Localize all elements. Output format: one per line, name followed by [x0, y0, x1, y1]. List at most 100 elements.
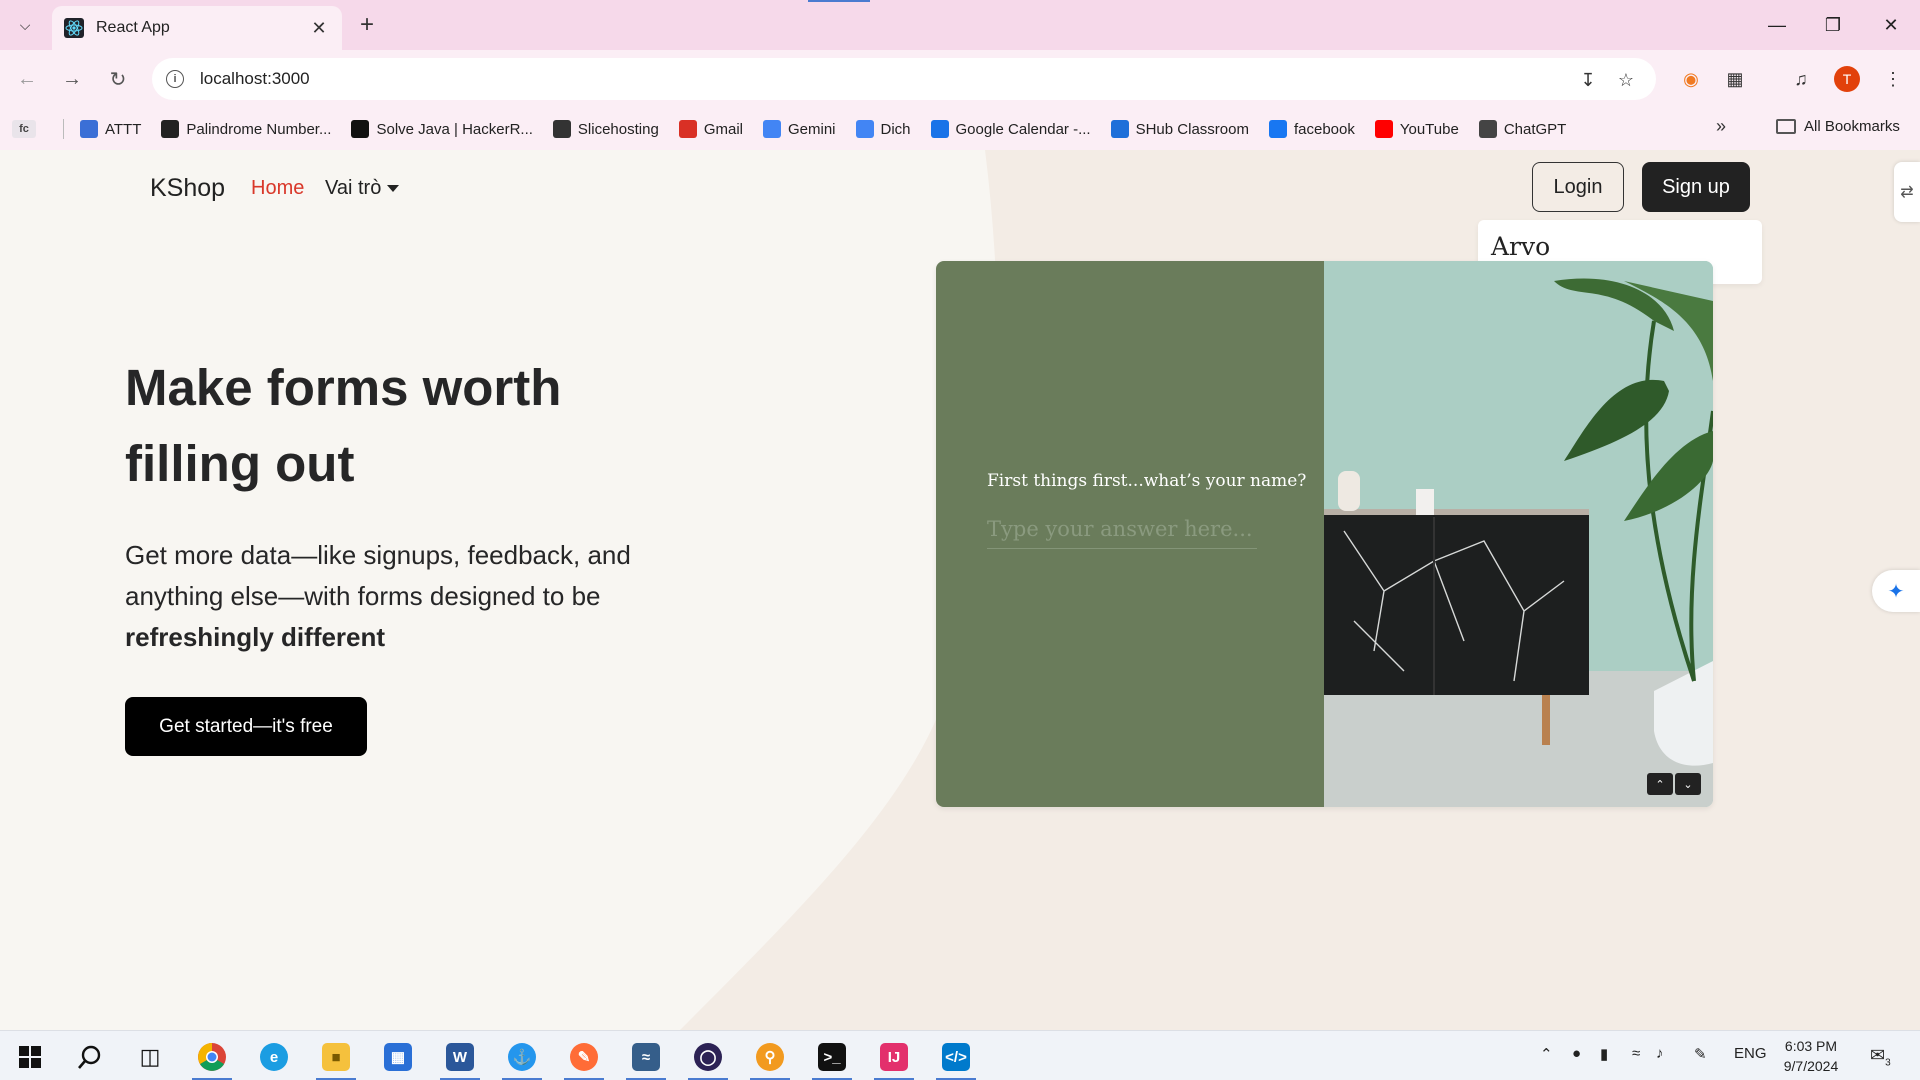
bookmark-item[interactable]: facebook — [1268, 120, 1355, 138]
bookmark-item[interactable]: Solve Java | HackerR... — [351, 120, 533, 138]
chevron-down-icon[interactable]: ⌄ — [1675, 773, 1701, 795]
bookmark-fc[interactable]: fc — [12, 120, 43, 138]
language-indicator[interactable]: ENG — [1734, 1045, 1767, 1062]
edge-taskbar-icon[interactable]: e — [250, 1037, 298, 1077]
forward-button[interactable]: → — [57, 64, 87, 94]
wifi-icon[interactable]: ≈ — [1632, 1045, 1640, 1062]
bookmark-item[interactable]: Gmail — [678, 120, 743, 138]
bookmark-item[interactable]: Palindrome Number... — [161, 120, 331, 138]
task-view-icon[interactable]: ◫ — [126, 1037, 174, 1077]
terminal-taskbar-icon[interactable]: >_ — [808, 1037, 856, 1080]
notifications-icon[interactable]: ✉3 — [1870, 1045, 1891, 1069]
bookmark-item[interactable]: Dich — [855, 120, 911, 138]
all-bookmarks-button[interactable]: All Bookmarks — [1776, 118, 1900, 135]
form-demo-card: First things first...what’s your name? T… — [936, 261, 1713, 807]
ai-assistant-icon[interactable]: ✦ — [1872, 570, 1920, 612]
minimize-button[interactable]: — — [1752, 8, 1802, 42]
pen-icon[interactable]: ✎ — [1694, 1045, 1707, 1063]
chrome-taskbar-icon[interactable] — [188, 1037, 236, 1080]
search-tool-icon[interactable]: ⚲ — [746, 1037, 794, 1080]
bookmark-favicon-icon — [552, 120, 571, 138]
bookmark-item[interactable]: Google Calendar -... — [930, 120, 1091, 138]
extensions-puzzle-icon[interactable]: ▦ — [1720, 64, 1750, 94]
mysql-workbench-icon[interactable]: ≈ — [622, 1037, 670, 1080]
bookmark-favicon-icon — [678, 120, 697, 138]
volume-icon[interactable]: ♪ — [1656, 1045, 1664, 1062]
bookmark-item[interactable]: Gemini — [762, 120, 836, 138]
brand-logo[interactable]: KShop — [150, 174, 225, 203]
tab-search-dropdown-button[interactable]: ⌵ — [10, 10, 40, 40]
more-bookmarks-icon[interactable]: » — [1716, 116, 1726, 137]
vscode-taskbar-icon[interactable]: </> — [932, 1037, 980, 1080]
bookmark-label: SHub Classroom — [1135, 120, 1249, 138]
hero-title: Make forms worth filling out — [125, 359, 562, 492]
nav-home-link[interactable]: Home — [251, 177, 304, 200]
bookmark-label: Solve Java | HackerR... — [376, 120, 533, 138]
bookmark-star-icon[interactable]: ☆ — [1614, 68, 1638, 92]
demo-question: First things first...what’s your name? — [987, 471, 1307, 491]
bookmark-label: Gmail — [703, 120, 743, 138]
install-app-icon[interactable]: ↧ — [1576, 68, 1600, 92]
browser-tab-bar: ⌵ React App ✕ + — ❐ ✕ — [0, 0, 1920, 50]
bookmark-label: Palindrome Number... — [186, 120, 332, 138]
eclipse-taskbar-icon[interactable]: ◯ — [684, 1037, 732, 1080]
back-button[interactable]: ← — [12, 64, 42, 94]
battery-icon[interactable]: ▮ — [1600, 1045, 1608, 1063]
menu-kebab-icon[interactable]: ⋮ — [1878, 64, 1908, 94]
bookmark-label: Dich — [880, 120, 911, 138]
intellij-taskbar-icon[interactable]: IJ — [870, 1037, 918, 1080]
bookmark-label: ChatGPT — [1503, 120, 1567, 138]
search-icon[interactable] — [66, 1037, 114, 1077]
side-panel-toggle-icon[interactable]: ⇄ — [1894, 162, 1920, 222]
nav-role-dropdown[interactable]: Vai trò — [325, 177, 400, 200]
store-taskbar-icon[interactable]: ▦ — [374, 1037, 422, 1077]
browser-tab[interactable]: React App ✕ — [52, 6, 342, 50]
bookmark-label: facebook — [1293, 120, 1355, 138]
bookmark-favicon-icon — [930, 120, 949, 138]
tab-close-icon[interactable]: ✕ — [308, 18, 330, 39]
windows-taskbar: ◫ e ■ ▦ W ⚓ ✎ ≈ ◯ ⚲ >_ IJ </> ⌃ ● ▮ ≈ ♪ … — [0, 1030, 1920, 1080]
caret-down-icon — [387, 185, 400, 192]
url-text: localhost:3000 — [200, 69, 310, 88]
bookmark-item[interactable]: SHub Classroom — [1110, 120, 1249, 138]
docker-taskbar-icon[interactable]: ⚓ — [498, 1037, 546, 1080]
bookmark-favicon-icon — [762, 120, 781, 138]
reload-button[interactable]: ↻ — [103, 64, 133, 94]
clock-time: 6:03 PM — [1784, 1038, 1838, 1054]
bookmark-item[interactable]: ChatGPT — [1478, 120, 1567, 138]
bookmark-favicon-icon — [1110, 120, 1129, 138]
fc-icon: fc — [12, 120, 36, 138]
login-button[interactable]: Login — [1532, 162, 1624, 212]
bookmark-item[interactable]: Slicehosting — [552, 120, 659, 138]
restore-button[interactable]: ❐ — [1808, 8, 1858, 42]
demo-answer-input[interactable]: Type your answer here... — [987, 517, 1257, 549]
bookmark-favicon-icon — [351, 120, 370, 138]
bookmark-favicon-icon — [1478, 120, 1497, 138]
file-explorer-icon[interactable]: ■ — [312, 1037, 360, 1080]
new-tab-button[interactable]: + — [352, 10, 382, 40]
start-button[interactable] — [6, 1037, 54, 1077]
microphone-icon[interactable]: ● — [1572, 1045, 1581, 1062]
tray-expand-icon[interactable]: ⌃ — [1540, 1045, 1553, 1063]
bookmark-item[interactable]: ATTT — [80, 120, 141, 138]
signup-button[interactable]: Sign up — [1642, 162, 1750, 212]
system-clock[interactable]: 6:03 PM 9/7/2024 — [1776, 1036, 1846, 1076]
address-bar[interactable]: i localhost:3000 ↧ ☆ — [152, 58, 1656, 100]
bookmark-favicon-icon — [161, 120, 180, 138]
site-info-icon[interactable]: i — [166, 70, 184, 88]
extension-icon[interactable]: ◉ — [1676, 64, 1706, 94]
hero-subtitle-bold: refreshingly different — [125, 622, 386, 652]
get-started-button[interactable]: Get started—it's free — [125, 697, 367, 756]
chevron-up-icon[interactable]: ⌃ — [1647, 773, 1673, 795]
all-bookmarks-label: All Bookmarks — [1804, 118, 1900, 135]
bookmark-label: ATTT — [105, 120, 142, 138]
postman-taskbar-icon[interactable]: ✎ — [560, 1037, 608, 1080]
word-taskbar-icon[interactable]: W — [436, 1037, 484, 1080]
bookmark-item[interactable]: YouTube — [1374, 120, 1459, 138]
close-window-button[interactable]: ✕ — [1866, 8, 1916, 42]
media-control-icon[interactable]: ♫ — [1786, 64, 1816, 94]
tab-strip-indicator — [808, 0, 870, 2]
profile-avatar[interactable]: T — [1834, 66, 1860, 92]
hero-subtitle: Get more data—like signups, feedback, an… — [125, 535, 655, 658]
windows-logo-icon — [19, 1046, 41, 1068]
